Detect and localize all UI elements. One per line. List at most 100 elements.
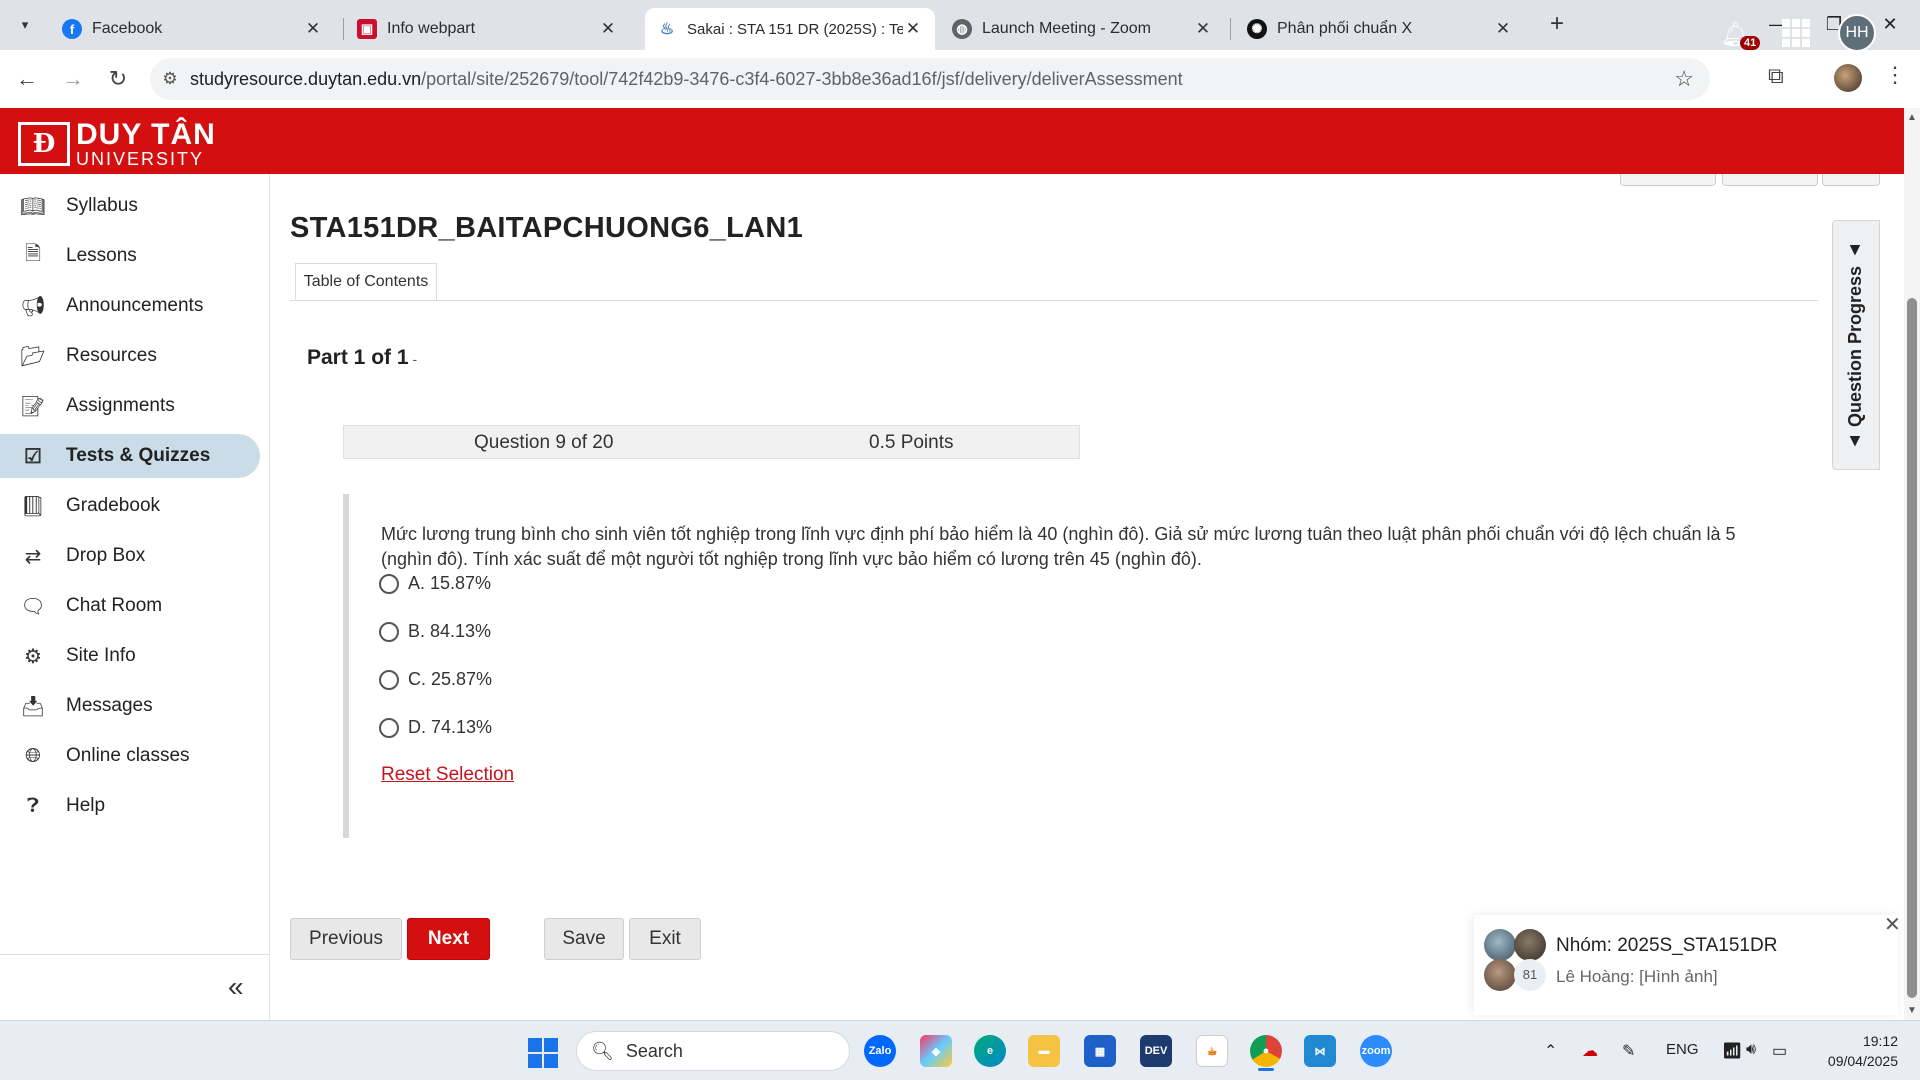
answer-option-d[interactable]: D. 74.13% bbox=[379, 717, 492, 738]
previous-button[interactable]: Previous bbox=[290, 918, 402, 960]
sidebar-item-help[interactable]: ❓︎ Help bbox=[0, 784, 260, 828]
tab-info-webpart[interactable]: ▣ Info webpart ✕ bbox=[345, 8, 630, 50]
toolbar-button-1[interactable] bbox=[1620, 174, 1716, 186]
sidebar-item-site-info[interactable]: ⚙ Site Info bbox=[0, 634, 260, 678]
radio-button[interactable] bbox=[379, 573, 399, 594]
sidebar-item-lessons[interactable]: 🗎 Lessons bbox=[0, 234, 260, 278]
sidebar-item-announcements[interactable]: 📢︎ Announcements bbox=[0, 284, 260, 328]
url-path: /portal/site/252679/tool/742f42b9-3476-c… bbox=[421, 68, 1183, 89]
notification-badge: 41 bbox=[1740, 36, 1761, 50]
volume-icon[interactable]: 🔊︎ bbox=[1746, 1041, 1756, 1059]
tray-overflow-icon[interactable]: ⌃ bbox=[1544, 1041, 1557, 1061]
answer-option-c[interactable]: C. 25.87% bbox=[379, 669, 492, 690]
answer-option-a[interactable]: A. 15.87% bbox=[379, 573, 491, 594]
wifi-icon[interactable]: 📶︎ bbox=[1722, 1041, 1742, 1061]
zalo-icon[interactable]: Zalo bbox=[864, 1035, 896, 1067]
chat-icon: 🗨︎ bbox=[20, 595, 46, 618]
chat-notification[interactable]: 81 Nhóm: 2025S_STA151DR Lê Hoàng: [Hình … bbox=[1474, 915, 1898, 1015]
user-avatar[interactable]: HH bbox=[1838, 14, 1876, 52]
bookmark-star-icon[interactable]: ☆ bbox=[1674, 66, 1694, 92]
sidebar-item-drop-box[interactable]: ⇄ Drop Box bbox=[0, 534, 260, 578]
duytan-logo[interactable]: Đ DUY TÂN UNIVERSITY bbox=[18, 120, 216, 168]
tab-sakai[interactable]: ♨ Sakai : STA 151 DR (2025S) : Tes ✕ bbox=[645, 8, 935, 50]
windows-start-icon[interactable] bbox=[528, 1038, 558, 1068]
question-number: Question 9 of 20 bbox=[474, 432, 614, 453]
exit-button[interactable]: Exit bbox=[629, 918, 701, 960]
windows-taskbar: 🔍︎ Search Zalo ◈ e ▬ ▦ DEV ☕︎ ● ⋈ zoom ⌃… bbox=[0, 1020, 1920, 1080]
onedrive-icon[interactable]: ☁︎ bbox=[1582, 1041, 1598, 1061]
copilot-icon[interactable]: ◈ bbox=[920, 1035, 952, 1067]
exchange-icon: ⇄ bbox=[24, 545, 42, 568]
new-tab-icon[interactable]: + bbox=[1543, 10, 1571, 38]
reset-selection-link[interactable]: Reset Selection bbox=[381, 764, 514, 786]
sidebar-item-gradebook[interactable]: 📕︎ Gradebook bbox=[0, 484, 260, 528]
assignment-icon: 📝︎ bbox=[20, 395, 46, 418]
system-clock[interactable]: 19:12 09/04/2025 bbox=[1818, 1031, 1898, 1071]
gradebook-icon: 📕︎ bbox=[20, 495, 46, 518]
site-settings-icon[interactable]: ⚙ bbox=[150, 69, 190, 89]
close-tab-icon[interactable]: ✕ bbox=[1493, 19, 1513, 39]
close-tab-icon[interactable]: ✕ bbox=[598, 19, 618, 39]
save-button[interactable]: Save bbox=[544, 918, 624, 960]
zoom-app-icon[interactable]: zoom bbox=[1360, 1035, 1392, 1067]
logo-mark-icon: Đ bbox=[18, 122, 70, 166]
globe-icon: 🌐︎ bbox=[25, 744, 41, 767]
sidebar-item-resources[interactable]: 📂︎ Resources bbox=[0, 334, 260, 378]
tab-search-chevron-icon[interactable]: ▾ bbox=[12, 12, 38, 38]
answer-option-b[interactable]: B. 84.13% bbox=[379, 621, 491, 642]
document-icon: 🗎 bbox=[24, 243, 42, 265]
close-icon[interactable]: ✕ bbox=[1884, 912, 1901, 937]
radio-button[interactable] bbox=[379, 717, 399, 738]
gear-icon: ⚙ bbox=[24, 645, 42, 668]
question-body: Mức lương trung bình cho sinh viên tốt n… bbox=[343, 494, 1783, 838]
extensions-icon[interactable]: ⧉ bbox=[1768, 63, 1784, 89]
toolbar-button-3[interactable] bbox=[1822, 174, 1880, 186]
chrome-icon[interactable]: ● bbox=[1250, 1035, 1282, 1067]
sidebar-item-assignments[interactable]: 📝︎ Assignments bbox=[0, 384, 260, 428]
sidebar-item-syllabus[interactable]: 📖︎ Syllabus bbox=[0, 184, 260, 228]
address-bar[interactable]: ⚙ studyresource.duytan.edu.vn/portal/sit… bbox=[150, 58, 1710, 100]
window-close-icon[interactable]: ✕ bbox=[1870, 6, 1910, 42]
close-tab-icon[interactable]: ✕ bbox=[1193, 19, 1213, 39]
edge-icon[interactable]: e bbox=[974, 1035, 1006, 1067]
scroll-up-icon[interactable]: ▲ bbox=[1904, 112, 1920, 123]
checkbox-icon: ☑ bbox=[24, 445, 42, 468]
battery-icon[interactable]: ▭ bbox=[1772, 1041, 1787, 1061]
scroll-down-icon[interactable]: ▼ bbox=[1904, 1005, 1920, 1016]
java-icon[interactable]: ☕︎ bbox=[1196, 1035, 1228, 1067]
taskbar-search[interactable]: 🔍︎ Search bbox=[576, 1031, 850, 1071]
browser-menu-icon[interactable]: ⋮ bbox=[1884, 62, 1906, 88]
tab-facebook[interactable]: f Facebook ✕ bbox=[50, 8, 335, 50]
sidebar-footer: « bbox=[0, 954, 270, 1020]
back-icon[interactable]: ← bbox=[12, 64, 42, 94]
radio-button[interactable] bbox=[379, 621, 399, 642]
store-icon[interactable]: ▦ bbox=[1084, 1035, 1116, 1067]
tab-zoom[interactable]: ◍ Launch Meeting - Zoom ✕ bbox=[940, 8, 1225, 50]
vscode-icon[interactable]: ⋈ bbox=[1304, 1035, 1336, 1067]
page-scrollbar[interactable]: ▲ ▼ bbox=[1904, 108, 1920, 1020]
scrollbar-thumb[interactable] bbox=[1907, 298, 1917, 998]
pen-icon[interactable]: ✎ bbox=[1622, 1041, 1635, 1061]
part-heading: Part 1 of 1- bbox=[307, 346, 418, 369]
sidebar-item-tests-quizzes[interactable]: ☑ Tests & Quizzes bbox=[0, 434, 260, 478]
radio-button[interactable] bbox=[379, 669, 399, 690]
tab-chatgpt[interactable]: ✺ Phân phối chuẩn X ✕ bbox=[1235, 8, 1525, 50]
inbox-icon: 📥︎ bbox=[20, 695, 46, 718]
sidebar-item-messages[interactable]: 📥︎ Messages bbox=[0, 684, 260, 728]
forward-icon[interactable]: → bbox=[58, 64, 88, 94]
tab-table-of-contents[interactable]: Table of Contents bbox=[295, 263, 437, 300]
reload-icon[interactable]: ↻ bbox=[103, 64, 133, 94]
collapse-sidebar-icon[interactable]: « bbox=[228, 971, 244, 1003]
next-button[interactable]: Next bbox=[407, 918, 490, 960]
apps-grid-icon[interactable] bbox=[1782, 19, 1810, 47]
sidebar-item-chat-room[interactable]: 🗨︎ Chat Room bbox=[0, 584, 260, 628]
language-indicator[interactable]: ENG bbox=[1666, 1041, 1699, 1058]
close-tab-icon[interactable]: ✕ bbox=[903, 19, 923, 39]
file-explorer-icon[interactable]: ▬ bbox=[1028, 1035, 1060, 1067]
sidebar-item-online-classes[interactable]: 🌐︎ Online classes bbox=[0, 734, 260, 778]
question-progress-panel[interactable]: ▲ Question Progress ▲ bbox=[1832, 220, 1880, 470]
devc-icon[interactable]: DEV bbox=[1140, 1035, 1172, 1067]
profile-avatar[interactable] bbox=[1834, 64, 1862, 92]
close-tab-icon[interactable]: ✕ bbox=[303, 19, 323, 39]
toolbar-button-2[interactable] bbox=[1722, 174, 1818, 186]
